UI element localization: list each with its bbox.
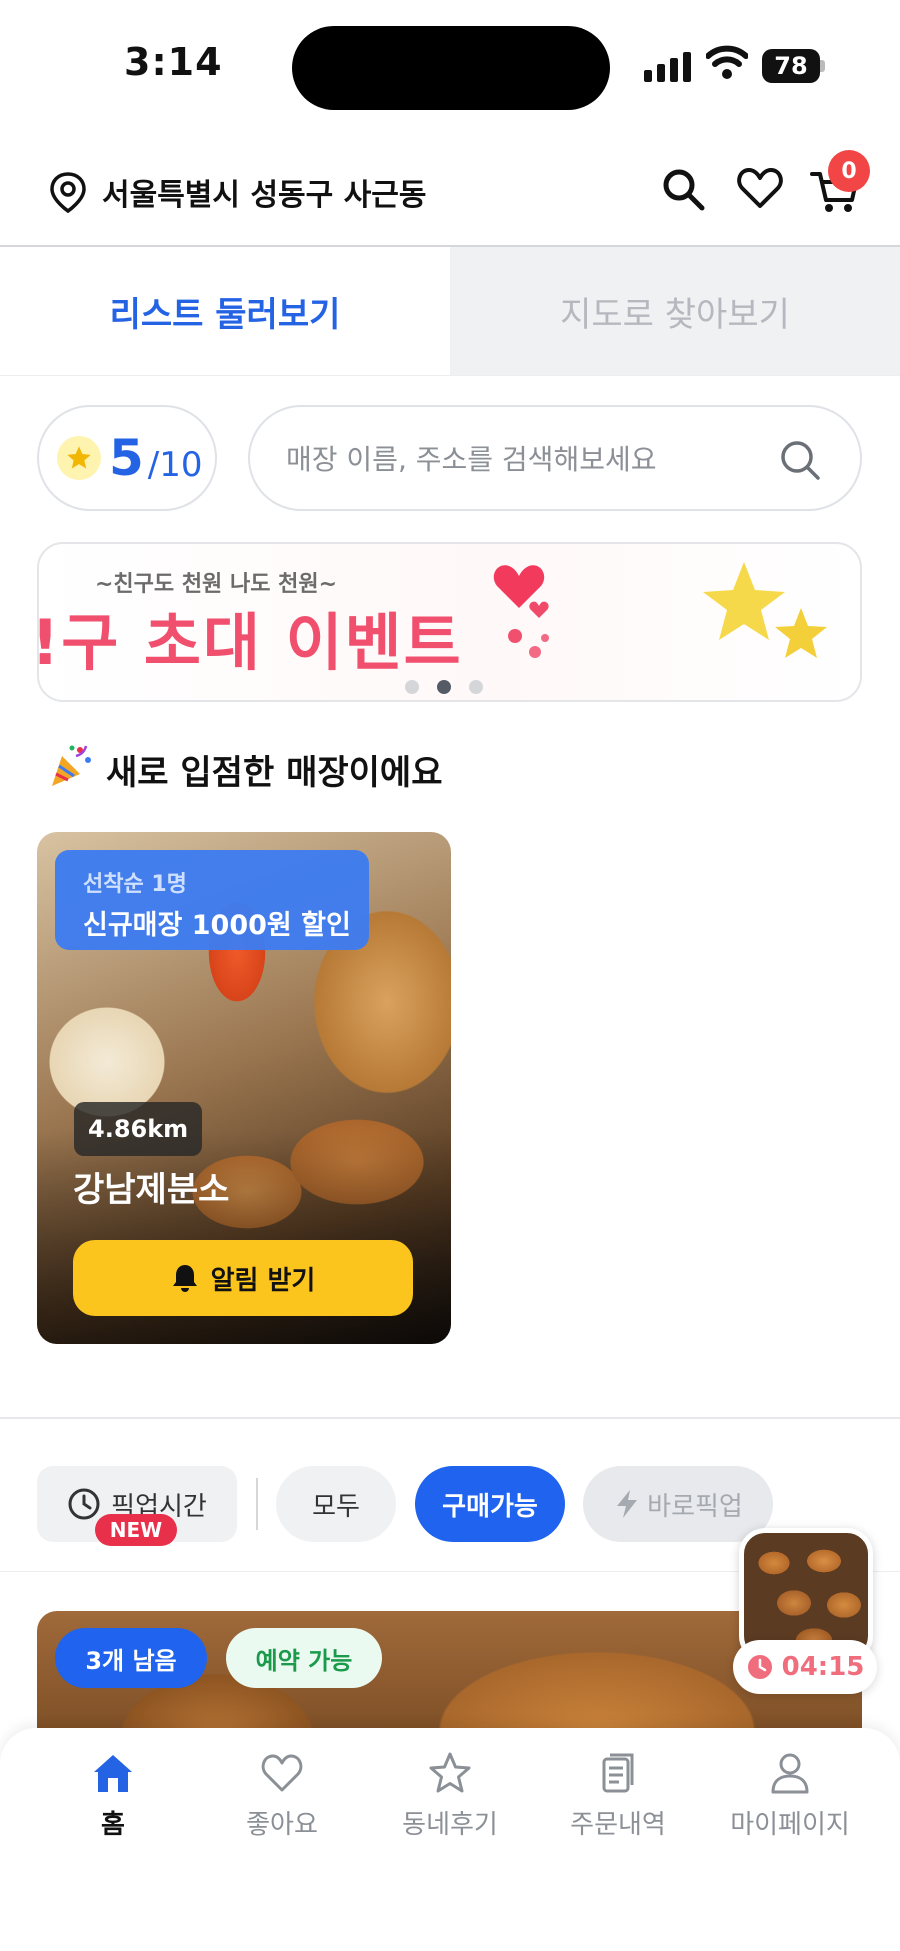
cart-count-badge: 0 — [828, 150, 870, 192]
star-icon — [429, 1752, 471, 1793]
filter-quick-pickup[interactable]: 바로픽업 — [583, 1466, 773, 1542]
battery-tip — [820, 60, 825, 72]
wifi-icon — [706, 45, 748, 79]
battery-indicator: 78 — [762, 49, 820, 83]
store-name[interactable]: 강남제분소 — [73, 1162, 229, 1211]
notify-button[interactable]: 알림 받기 — [73, 1240, 413, 1316]
section-title: 새로 입점한 매장이에요 — [106, 753, 443, 793]
search-icon[interactable] — [778, 438, 822, 482]
filter-separator — [256, 1478, 258, 1530]
rating-max: /10 — [147, 445, 203, 485]
search-input[interactable]: 매장 이름, 주소를 검색해보세요 — [248, 405, 862, 511]
nav-label-reviews: 동네후기 — [402, 1810, 498, 1840]
filter-buyable[interactable]: 구매가능 — [415, 1466, 565, 1542]
person-icon — [771, 1753, 809, 1794]
dynamic-island — [292, 26, 610, 110]
remaining-badge: 3개 남음 — [55, 1628, 207, 1688]
clock-icon — [68, 1488, 100, 1520]
promo-title: 신규매장 1000원 할인 — [83, 910, 351, 941]
nav-label-mypage: 마이페이지 — [730, 1810, 850, 1840]
banner-title: !구 초대 이벤트 — [37, 606, 463, 679]
notify-button-label: 알림 받기 — [210, 1265, 316, 1296]
heart-icon[interactable] — [736, 166, 784, 210]
timer-value: 04:15 — [781, 1652, 865, 1682]
receipt-icon — [602, 1753, 634, 1793]
nav-label-orders: 주문내역 — [570, 1810, 666, 1840]
nav-item-likes[interactable]: 좋아요 — [202, 1750, 362, 1841]
rating-pill[interactable]: 5 /10 — [37, 405, 217, 511]
search-icon[interactable] — [660, 166, 706, 212]
bell-icon — [172, 1265, 197, 1292]
tabs-divider — [0, 375, 900, 376]
quick-pickup-label: 바로픽업 — [647, 1491, 743, 1522]
section-divider — [0, 1417, 900, 1419]
filter-all[interactable]: 모두 — [276, 1466, 396, 1542]
nav-label-likes: 좋아요 — [246, 1810, 318, 1840]
pagination-dot[interactable] — [405, 680, 419, 694]
pagination-dot-active[interactable] — [437, 680, 451, 694]
reservation-badge: 예약 가능 — [226, 1628, 382, 1688]
hearts-illustration — [493, 565, 549, 658]
banner-pagination — [405, 680, 483, 694]
tab-map-view[interactable]: 지도로 찾아보기 — [450, 247, 900, 375]
party-popper-icon — [52, 745, 91, 786]
nav-item-home[interactable]: 홈 — [33, 1750, 193, 1841]
event-banner[interactable]: ~친구도 천원 나도 천원~ !구 초대 이벤트 — [37, 542, 862, 702]
rating-value: 5 — [109, 429, 144, 487]
floating-pickup-timer[interactable]: 04:15 — [733, 1640, 877, 1694]
home-icon — [94, 1755, 132, 1792]
star-icon — [57, 436, 101, 480]
nav-item-mypage[interactable]: 마이페이지 — [710, 1750, 870, 1841]
new-badge: NEW — [95, 1514, 177, 1546]
heart-icon — [261, 1754, 303, 1792]
lightning-icon — [617, 1490, 638, 1518]
distance-badge: 4.86km — [74, 1102, 203, 1156]
clock-icon — [747, 1655, 772, 1679]
status-time: 3:14 — [124, 40, 223, 84]
location-label[interactable]: 서울특별시 성동구 사근동 — [102, 170, 427, 214]
nav-label-home: 홈 — [101, 1810, 125, 1840]
stars-illustration — [703, 562, 827, 658]
promo-subtitle: 선착순 1명 — [83, 872, 187, 897]
nav-item-reviews[interactable]: 동네후기 — [370, 1750, 530, 1841]
nav-item-orders[interactable]: 주문내역 — [538, 1750, 698, 1841]
signal-icon — [644, 50, 691, 82]
location-pin-icon[interactable] — [48, 170, 88, 214]
pagination-dot[interactable] — [469, 680, 483, 694]
tab-list-view[interactable]: 리스트 둘러보기 — [0, 247, 450, 375]
